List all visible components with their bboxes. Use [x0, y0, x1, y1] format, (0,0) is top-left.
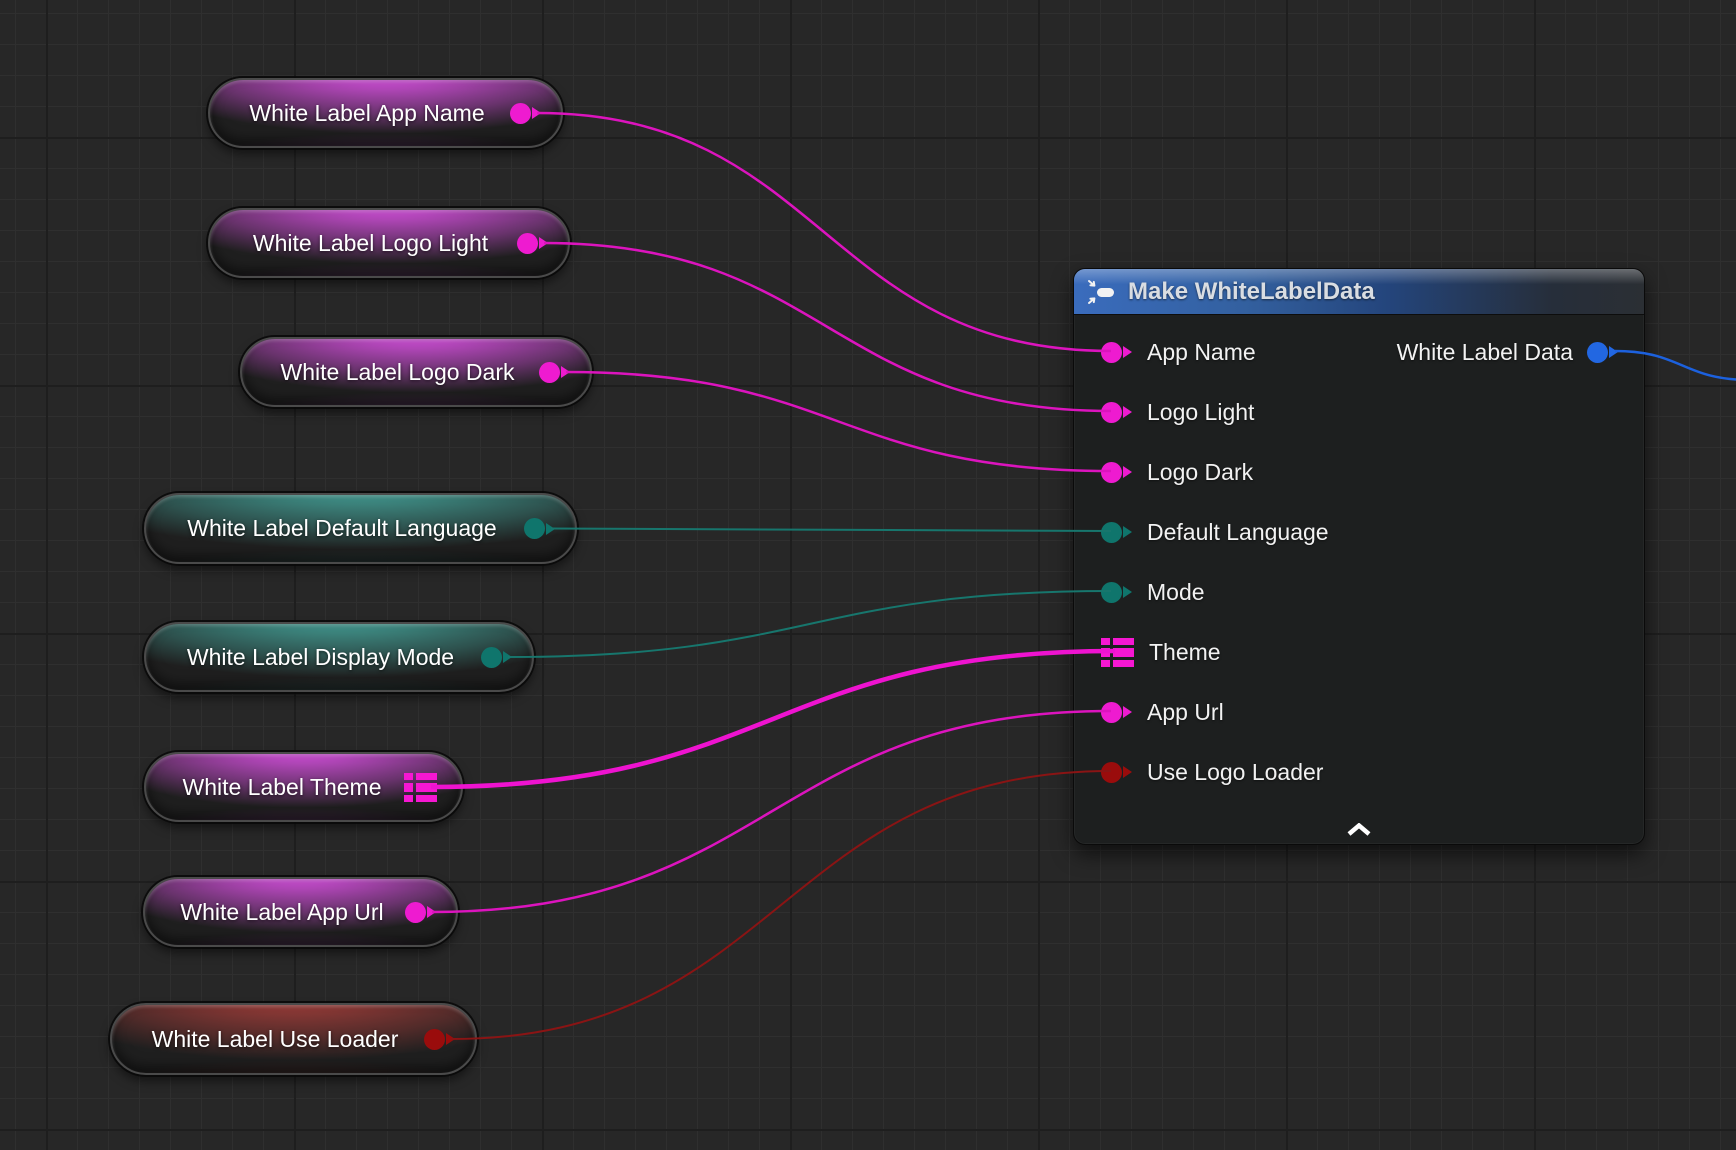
enum-pin-icon[interactable] — [1101, 582, 1132, 603]
variable-pill-label: White Label Display Mode — [146, 644, 481, 671]
input-pin-label: App Name — [1147, 339, 1256, 366]
input-pin-label: Use Logo Loader — [1147, 759, 1323, 786]
variable-pill-label: White Label Use Loader — [112, 1026, 424, 1053]
variable-node-white-label-logo-dark[interactable]: White Label Logo Dark — [240, 337, 592, 407]
wire-bool[interactable] — [451, 771, 1111, 1039]
variable-node-white-label-theme[interactable]: White Label Theme — [144, 752, 463, 822]
variable-pill-label: White Label Logo Dark — [242, 359, 539, 386]
blueprint-graph-canvas[interactable]: White Label App Name White Label Logo Lig… — [0, 0, 1736, 1150]
variable-pill-label: White Label App Name — [210, 100, 510, 127]
variable-node-white-label-app-name[interactable]: White Label App Name — [208, 78, 563, 148]
variable-pill-label: White Label Theme — [146, 774, 404, 801]
make-struct-icon — [1087, 278, 1116, 306]
enum-pin-icon[interactable] — [524, 518, 555, 539]
enum-pin-icon[interactable] — [1101, 522, 1132, 543]
enum-pin-icon[interactable] — [481, 647, 512, 668]
input-pin-row-theme: Theme — [1074, 622, 1329, 682]
string-pin-icon[interactable] — [510, 103, 541, 124]
wire-struct[interactable] — [431, 651, 1115, 787]
variable-node-white-label-default-language[interactable]: White Label Default Language — [144, 493, 577, 564]
string-pin-icon[interactable] — [1101, 402, 1132, 423]
string-pin-icon[interactable] — [1101, 342, 1132, 363]
output-pin-label: White Label Data — [1397, 339, 1573, 366]
input-pin-row-logo-dark: Logo Dark — [1074, 442, 1329, 502]
string-pin-icon[interactable] — [405, 902, 436, 923]
string-pin-icon[interactable] — [517, 233, 548, 254]
node-input-pins: App Name Logo Light Logo Dark Default Langu… — [1074, 322, 1329, 802]
variable-node-white-label-app-url[interactable]: White Label App Url — [143, 877, 458, 947]
input-pin-label: Default Language — [1147, 519, 1329, 546]
wire-enum[interactable] — [508, 591, 1111, 657]
wire-enum[interactable] — [551, 529, 1111, 532]
bool-pin-icon[interactable] — [424, 1029, 455, 1050]
variable-pill-label: White Label App Url — [145, 899, 405, 926]
collapse-node-chevron-icon[interactable] — [1344, 821, 1374, 837]
node-header[interactable]: Make WhiteLabelData — [1074, 269, 1644, 315]
input-pin-row-use-logo-loader: Use Logo Loader — [1074, 742, 1329, 802]
string-pin-icon[interactable] — [539, 362, 570, 383]
input-pin-row-logo-light: Logo Light — [1074, 382, 1329, 442]
input-pin-label: App Url — [1147, 699, 1224, 726]
node-output-row: White Label Data — [1397, 322, 1644, 382]
wire-string[interactable] — [544, 243, 1111, 411]
make-whitelabeldata-node[interactable]: Make WhiteLabelData App Name Logo Light Lo… — [1073, 268, 1645, 845]
input-pin-label: Logo Dark — [1147, 459, 1253, 486]
variable-pill-label: White Label Default Language — [146, 515, 524, 542]
struct-pin-icon[interactable] — [1101, 638, 1134, 667]
input-pin-label: Logo Light — [1147, 399, 1254, 426]
wire-string[interactable] — [432, 711, 1111, 912]
struct-output-pin-icon[interactable] — [1587, 342, 1618, 363]
input-pin-row-mode: Mode — [1074, 562, 1329, 622]
input-pin-row-app-url: App Url — [1074, 682, 1329, 742]
input-pin-label: Mode — [1147, 579, 1205, 606]
struct-pin-icon[interactable] — [404, 773, 437, 802]
input-pin-label: Theme — [1149, 639, 1221, 666]
bool-pin-icon[interactable] — [1101, 762, 1132, 783]
string-pin-icon[interactable] — [1101, 462, 1132, 483]
input-pin-row-app-name: App Name — [1074, 322, 1329, 382]
wire-string[interactable] — [537, 113, 1111, 351]
input-pin-row-default-language: Default Language — [1074, 502, 1329, 562]
variable-pill-label: White Label Logo Light — [210, 230, 517, 257]
variable-node-white-label-use-loader[interactable]: White Label Use Loader — [110, 1003, 477, 1075]
wire-string[interactable] — [566, 372, 1111, 471]
node-title: Make WhiteLabelData — [1128, 278, 1375, 306]
variable-node-white-label-logo-light[interactable]: White Label Logo Light — [208, 208, 570, 278]
string-pin-icon[interactable] — [1101, 702, 1132, 723]
variable-node-white-label-display-mode[interactable]: White Label Display Mode — [144, 622, 534, 692]
